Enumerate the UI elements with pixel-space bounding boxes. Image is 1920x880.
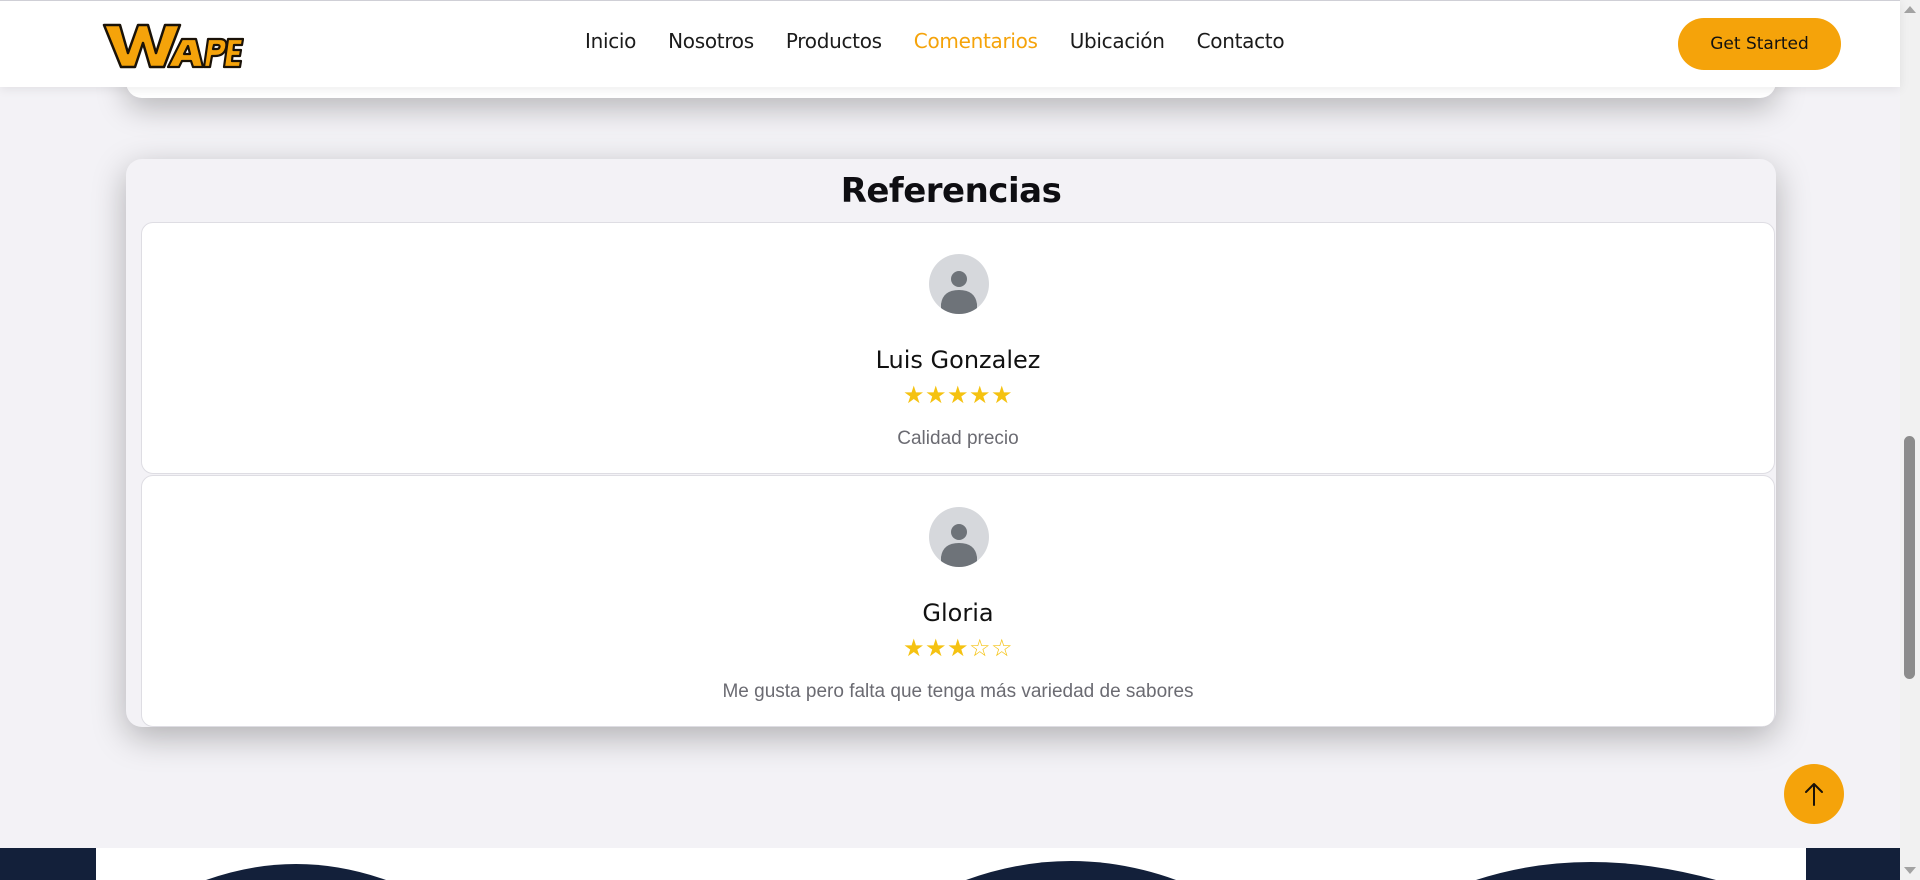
star-rating: ★★★★★ bbox=[142, 383, 1774, 407]
reviewer-name: Luis Gonzalez bbox=[875, 346, 1041, 374]
footer-wave-area bbox=[96, 848, 1806, 880]
star-filled-icon: ★ bbox=[903, 381, 926, 409]
scroll-up-icon[interactable] bbox=[1904, 6, 1916, 13]
get-started-button[interactable]: Get Started bbox=[1678, 18, 1841, 70]
nav-item-comentarios[interactable]: Comentarios bbox=[914, 29, 1038, 53]
section-title: Referencias bbox=[840, 171, 1062, 211]
star-empty-icon: ☆ bbox=[991, 634, 1014, 662]
star-filled-icon: ★ bbox=[925, 634, 948, 662]
star-filled-icon: ★ bbox=[969, 381, 992, 409]
nav-item-inicio[interactable]: Inicio bbox=[585, 29, 636, 53]
review-comment: Calidad precio bbox=[897, 428, 1019, 449]
review-card: Gloria ★★★☆☆ Me gusta pero falta que ten… bbox=[141, 475, 1775, 727]
scroll-down-icon[interactable] bbox=[1904, 867, 1916, 874]
star-filled-icon: ★ bbox=[903, 634, 926, 662]
nav-item-nosotros[interactable]: Nosotros bbox=[668, 29, 754, 53]
site-header: Inicio Nosotros Productos Comentarios Ub… bbox=[0, 0, 1900, 87]
user-avatar-icon bbox=[929, 507, 989, 567]
star-filled-icon: ★ bbox=[991, 381, 1014, 409]
scrollbar-thumb[interactable] bbox=[1904, 436, 1915, 679]
scroll-to-top-button[interactable] bbox=[1784, 764, 1844, 824]
star-filled-icon: ★ bbox=[947, 634, 970, 662]
star-empty-icon: ☆ bbox=[969, 634, 992, 662]
brand-logo[interactable] bbox=[102, 21, 245, 71]
nav-item-ubicacion[interactable]: Ubicación bbox=[1070, 29, 1165, 53]
main-nav: Inicio Nosotros Productos Comentarios Ub… bbox=[585, 29, 1316, 53]
review-comment: Me gusta pero falta que tenga más varied… bbox=[722, 681, 1194, 702]
nav-item-productos[interactable]: Productos bbox=[786, 29, 882, 53]
arrow-up-icon bbox=[1805, 783, 1823, 806]
page-scrollbar[interactable] bbox=[1900, 0, 1920, 880]
nav-item-contacto[interactable]: Contacto bbox=[1197, 29, 1285, 53]
star-filled-icon: ★ bbox=[947, 381, 970, 409]
star-filled-icon: ★ bbox=[925, 381, 948, 409]
star-rating: ★★★☆☆ bbox=[142, 636, 1774, 660]
reviewer-name: Gloria bbox=[922, 599, 994, 627]
review-card: Luis Gonzalez ★★★★★ Calidad precio bbox=[141, 222, 1775, 474]
user-avatar-icon bbox=[929, 254, 989, 314]
references-section: Referencias Luis Gonzalez ★★★★★ Calidad … bbox=[126, 159, 1776, 727]
